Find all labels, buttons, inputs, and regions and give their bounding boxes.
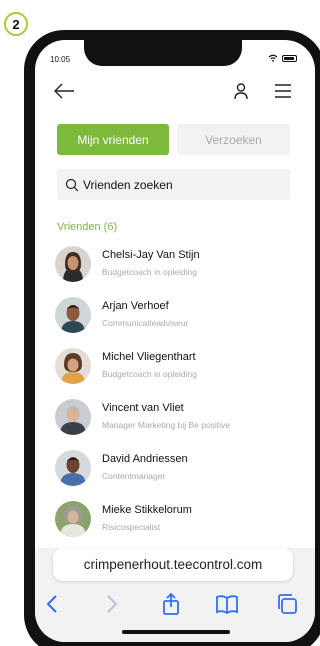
avatar <box>55 297 91 333</box>
tab-requests[interactable]: Verzoeken <box>177 124 290 155</box>
avatar <box>55 450 91 486</box>
friend-name: David Andriessen <box>102 453 188 465</box>
friend-list-item[interactable]: Mieke Stikkelorum Risicospecialist <box>35 495 315 546</box>
avatar <box>55 348 91 384</box>
user-icon[interactable] <box>231 82 251 100</box>
avatar <box>55 501 91 537</box>
home-indicator <box>122 630 230 634</box>
friend-list-item[interactable]: David Andriessen Contentmanager <box>35 444 315 495</box>
status-icons <box>268 54 297 62</box>
battery-icon <box>282 54 297 62</box>
wifi-icon <box>268 54 278 62</box>
hamburger-menu-icon[interactable] <box>273 82 293 100</box>
search-input[interactable] <box>83 177 273 192</box>
friend-list-item[interactable]: Chelsi-Jay Van Stijn Budgetcoach in ople… <box>35 240 315 291</box>
friend-role: Budgetcoach in opleiding <box>102 369 197 379</box>
friend-list-item[interactable]: Vincent van Vliet Manager Marketing bij … <box>35 393 315 444</box>
status-time: 10:05 <box>50 55 71 64</box>
friend-name: Arjan Verhoef <box>102 300 169 312</box>
friend-list-item[interactable]: Arjan Verhoef Communicatieadviseur <box>35 291 315 342</box>
back-arrow-icon[interactable] <box>53 82 75 100</box>
search-icon <box>65 178 79 191</box>
phone-screen: 10:05 Mijn vrienden Verzoeken Vrienden (… <box>35 40 315 642</box>
friend-name: Vincent van Vliet <box>102 402 184 414</box>
friend-list: Chelsi-Jay Van Stijn Budgetcoach in ople… <box>35 240 315 546</box>
friend-name: Mieke Stikkelorum <box>102 504 192 516</box>
friends-section-title: Vrienden (6) <box>57 221 118 233</box>
friend-name: Michel Vliegenthart <box>102 351 196 363</box>
share-icon[interactable] <box>159 592 183 616</box>
friend-role: Budgetcoach in opleiding <box>102 267 197 277</box>
bookmarks-icon[interactable] <box>215 592 239 616</box>
tabs-icon[interactable] <box>275 592 299 616</box>
friend-list-item[interactable]: Michel Vliegenthart Budgetcoach in oplei… <box>35 342 315 393</box>
friend-name: Chelsi-Jay Van Stijn <box>102 249 200 261</box>
friend-role: Communicatieadviseur <box>102 318 189 328</box>
friend-role: Risicospecialist <box>102 522 161 532</box>
friend-role: Manager Marketing bij Be positive <box>102 420 231 430</box>
friend-role: Contentmanager <box>102 471 166 481</box>
browser-nav-row <box>35 592 315 616</box>
forward-chevron-icon[interactable] <box>99 592 123 616</box>
url-bar[interactable]: crimpenerhout.teecontrol.com <box>53 548 293 581</box>
back-chevron-icon[interactable] <box>41 592 65 616</box>
phone-notch <box>84 40 242 66</box>
tab-my-friends[interactable]: Mijn vrienden <box>57 124 169 155</box>
search-box[interactable] <box>57 169 290 200</box>
step-number-badge: 2 <box>4 12 28 36</box>
avatar <box>55 246 91 282</box>
avatar <box>55 399 91 435</box>
